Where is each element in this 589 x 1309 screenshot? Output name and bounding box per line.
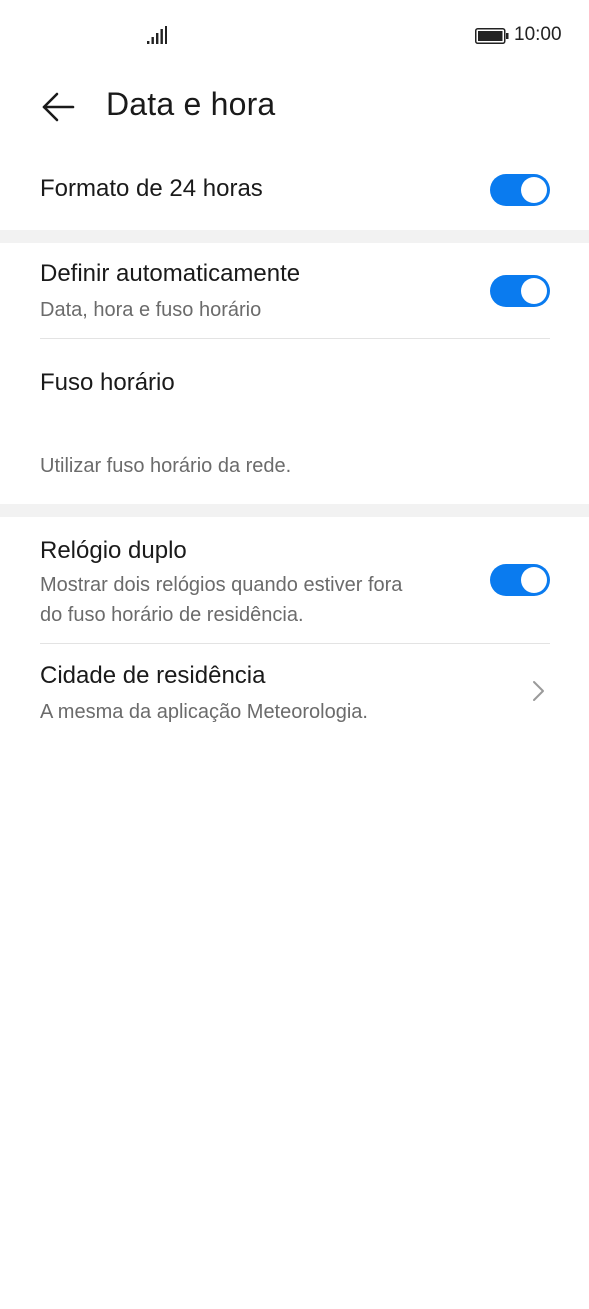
setting-dual-clock-label: Relógio duplo xyxy=(40,537,187,564)
setting-dual-clock-description-line1: Mostrar dois relógios quando estiver for… xyxy=(40,574,403,596)
toggle-knob xyxy=(521,278,547,304)
setting-24h-format-label: Formato de 24 horas xyxy=(40,175,263,202)
setting-dual-clock[interactable]: Relógio duplo Mostrar dois relógios quan… xyxy=(0,517,589,643)
setting-timezone-label: Fuso horário xyxy=(40,369,175,396)
status-clock: 10:00 xyxy=(514,24,562,45)
setting-auto-set[interactable]: Definir automaticamente Data, hora e fus… xyxy=(0,243,589,338)
chevron-right-icon xyxy=(533,681,544,701)
app-bar: Data e hora xyxy=(0,72,589,142)
battery-full-icon xyxy=(475,28,509,44)
group-separator xyxy=(0,504,589,517)
setting-home-city[interactable]: Cidade de residência A mesma da aplicaçã… xyxy=(0,644,589,739)
toggle-knob xyxy=(521,567,547,593)
group-separator xyxy=(0,230,589,243)
page-title: Data e hora xyxy=(106,86,276,122)
setting-timezone[interactable]: Fuso horário xyxy=(0,339,589,423)
signal-bars-icon xyxy=(147,26,167,44)
setting-24h-format[interactable]: Formato de 24 horas xyxy=(0,142,589,230)
toggle-auto-set[interactable] xyxy=(490,275,550,307)
back-button[interactable] xyxy=(30,84,86,130)
toggle-dual-clock[interactable] xyxy=(490,564,550,596)
setting-home-city-label: Cidade de residência xyxy=(40,662,266,689)
arrow-left-icon xyxy=(42,92,75,122)
setting-dual-clock-description-line2: do fuso horário de residência. xyxy=(40,604,304,626)
toggle-knob xyxy=(521,177,547,203)
setting-auto-set-description: Data, hora e fuso horário xyxy=(40,299,262,321)
timezone-note: Utilizar fuso horário da rede. xyxy=(40,455,292,477)
status-bar: 10:00 xyxy=(0,0,589,72)
toggle-24h-format[interactable] xyxy=(490,174,550,206)
setting-auto-set-label: Definir automaticamente xyxy=(40,260,301,287)
setting-home-city-description: A mesma da aplicação Meteorologia. xyxy=(40,701,368,723)
